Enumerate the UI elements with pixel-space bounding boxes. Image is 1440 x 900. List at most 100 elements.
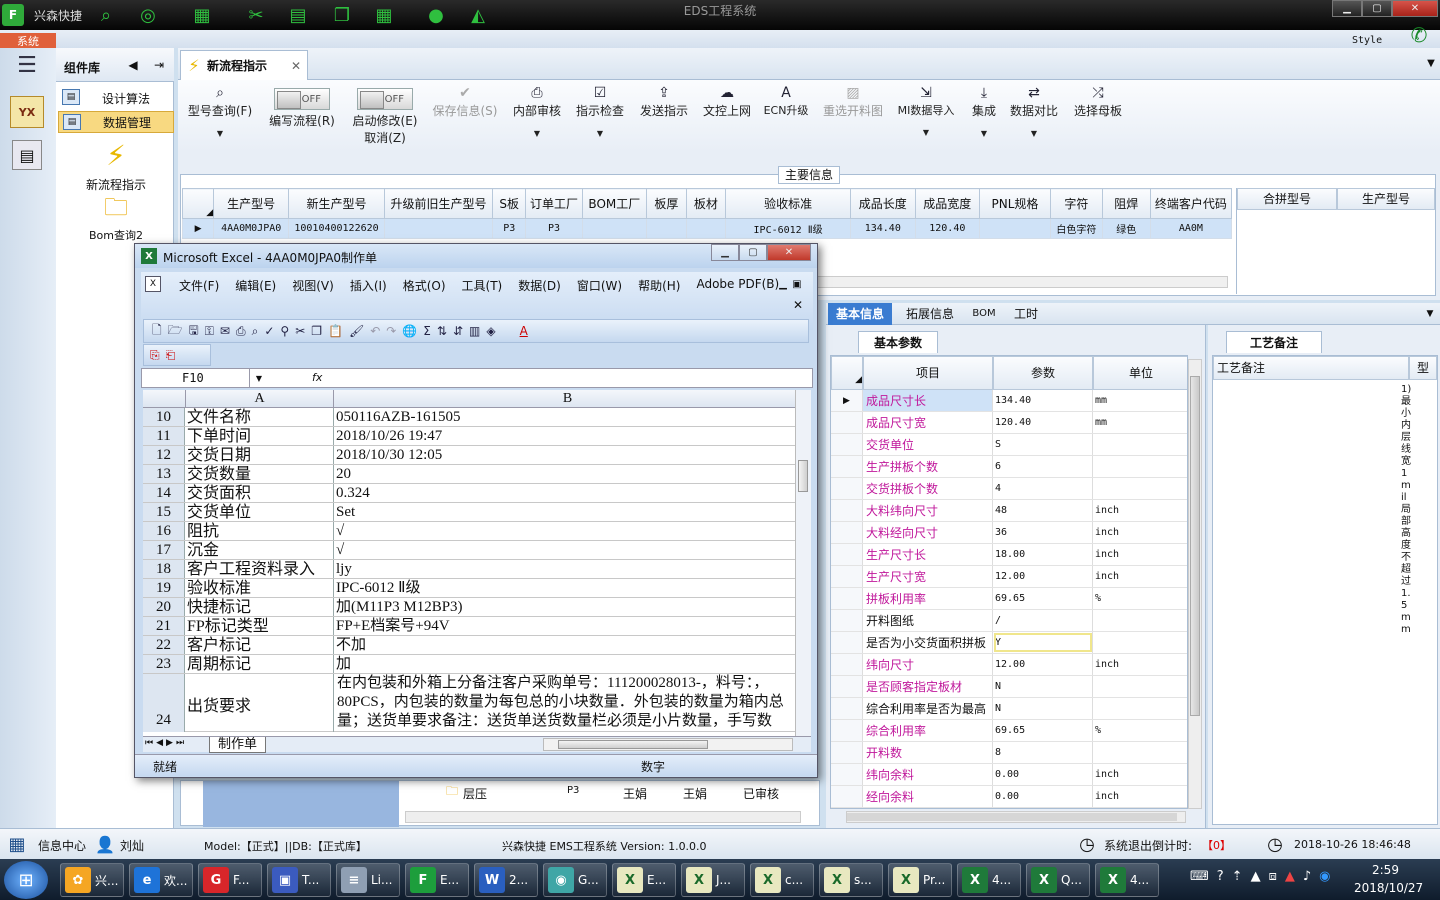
new-icon[interactable]: 🗋 xyxy=(152,321,162,342)
info-center[interactable]: 信息中心 xyxy=(38,837,86,854)
param-row[interactable]: 是否为小交货面积拼板 Y xyxy=(831,632,1187,654)
param-row-selector[interactable] xyxy=(831,676,863,697)
cell-a24[interactable]: 出货要求 xyxy=(185,674,334,732)
cell-a[interactable]: 交货日期 xyxy=(185,446,334,464)
pdf-convert-icon[interactable]: ⎘ xyxy=(150,348,160,363)
system-tab[interactable]: 系统 xyxy=(0,33,56,48)
cell-a[interactable]: 交货数量 xyxy=(185,465,334,483)
reselect-cutting-chart-button[interactable]: ▨ 重选开料图 xyxy=(818,84,888,119)
cell-b[interactable]: IPC-6012 Ⅱ级 xyxy=(334,579,801,597)
param-value[interactable]: Y xyxy=(993,632,1093,653)
param-row[interactable]: 生产尺寸长 18.00 inch xyxy=(831,544,1187,566)
main-info-column-header[interactable]: 生产型号 xyxy=(213,188,290,219)
tab-new-flow[interactable]: ⚡ 新流程指示 ✕ xyxy=(180,50,308,80)
research-icon[interactable]: ⚲ xyxy=(280,324,289,338)
param-value[interactable]: N xyxy=(993,698,1093,719)
excel-menu-item[interactable]: 编辑(E) xyxy=(227,277,284,294)
param-value[interactable]: 48 xyxy=(993,500,1093,521)
main-info-cell[interactable]: 绿色 xyxy=(1101,218,1151,239)
write-flow-toggle[interactable]: OFF 编写流程(R) xyxy=(262,84,342,129)
main-info-column-header[interactable]: 验收标准 xyxy=(725,188,852,219)
param-value[interactable]: 0.00 xyxy=(993,786,1093,807)
row-number[interactable]: 12 xyxy=(143,446,185,464)
param-value[interactable]: 18.00 xyxy=(993,544,1093,565)
main-info-column-header[interactable]: BOM工厂 xyxy=(581,188,648,219)
cell-a[interactable]: 验收标准 xyxy=(185,579,334,597)
taskbar-task[interactable]: e 欢... xyxy=(129,863,193,897)
hyperlink-icon[interactable]: 🌐 xyxy=(402,324,417,338)
main-info-column-header[interactable]: 订单工厂 xyxy=(525,188,583,219)
row-number[interactable]: 17 xyxy=(143,541,185,559)
param-row[interactable]: 开料数 8 xyxy=(831,742,1187,764)
undo-icon[interactable]: ↶ xyxy=(370,324,380,338)
main-info-cell[interactable]: 白色字符 xyxy=(1049,218,1103,239)
pdf-mail-icon[interactable]: ⎗ xyxy=(166,348,176,363)
sheet-nav-arrows[interactable]: ⏮◀▶⏭ xyxy=(145,738,187,748)
taskbar-task[interactable]: X Pr... xyxy=(888,863,952,897)
params-vscroll[interactable] xyxy=(1188,359,1202,809)
row-number[interactable]: 18 xyxy=(143,560,185,578)
chart-wizard-icon[interactable]: ▥ xyxy=(469,324,480,338)
param-row-selector[interactable] xyxy=(831,588,863,609)
start-button[interactable]: ⊞ xyxy=(4,861,48,899)
sheet-hscroll[interactable] xyxy=(543,738,793,751)
tray-expand-icon[interactable]: ▲ xyxy=(1251,869,1261,891)
main-info-cell[interactable]: P3 xyxy=(525,218,583,239)
excel-doc-close-icon[interactable]: ✕ xyxy=(791,298,805,312)
row-number[interactable]: 22 xyxy=(143,636,185,654)
taskbar-task[interactable]: X E... xyxy=(612,863,676,897)
taskbar-task[interactable]: G F... xyxy=(198,863,262,897)
cancel-label[interactable]: 取消(Z) xyxy=(344,129,426,146)
internal-review-button[interactable]: ⎙ 内部审核 ▼ xyxy=(508,84,566,138)
excel-menu-item[interactable]: 工具(T) xyxy=(454,277,511,294)
param-row-selector[interactable] xyxy=(831,720,863,741)
excel-menu-item[interactable]: 视图(V) xyxy=(284,277,342,294)
param-value[interactable]: 36 xyxy=(993,522,1093,543)
param-row[interactable]: 成品尺寸宽 120.40 mm xyxy=(831,412,1187,434)
taskbar-task[interactable]: ◉ G... xyxy=(543,863,607,897)
param-row-selector[interactable] xyxy=(831,566,863,587)
excel-menu-item[interactable]: 帮助(H) xyxy=(630,277,688,294)
row-number[interactable]: 11 xyxy=(143,427,185,445)
format-painter-icon[interactable]: 🖌 xyxy=(349,324,364,338)
param-value[interactable]: 8 xyxy=(993,742,1093,763)
input-icon[interactable]: ⇡ xyxy=(1232,869,1243,891)
save-info-button[interactable]: ✔ 保存信息(S) xyxy=(428,84,502,119)
tab-basic-info[interactable]: 基本信息 xyxy=(828,303,892,325)
excel-doc-icon[interactable]: X xyxy=(145,276,161,292)
taskbar-task[interactable]: F E... xyxy=(405,863,469,897)
param-value[interactable]: / xyxy=(993,610,1093,631)
main-info-cell[interactable]: 10010400122620 xyxy=(288,218,385,239)
excel-menu-item[interactable]: Adobe PDF(B) xyxy=(688,277,787,294)
sort-asc-icon[interactable]: ⇅ xyxy=(437,324,447,338)
excel-close-button[interactable]: ✕ xyxy=(767,244,811,261)
param-row-selector[interactable] xyxy=(831,522,863,543)
maximize-button[interactable]: ▢ xyxy=(1362,0,1392,17)
param-row-selector[interactable] xyxy=(831,610,863,631)
cell-a[interactable]: 沉金 xyxy=(185,541,334,559)
launch-new-flow[interactable]: ⚡ 新流程指示 xyxy=(76,138,156,193)
start-modify-switch[interactable]: OFF xyxy=(357,88,413,110)
taskbar-task[interactable]: ▣ T... xyxy=(267,863,331,897)
excel-menu-item[interactable]: 插入(I) xyxy=(342,277,395,294)
chevron-down-icon[interactable]: ▼ xyxy=(1424,56,1438,70)
cell-a[interactable]: 交货单位 xyxy=(185,503,334,521)
main-info-cell[interactable] xyxy=(979,218,1051,239)
sheet-vscroll[interactable] xyxy=(795,390,811,736)
param-row[interactable]: 经向余料 0.00 inch xyxy=(831,786,1187,808)
select-mother-board-button[interactable]: ⤮ 选择母板 xyxy=(1068,84,1128,119)
print-icon[interactable]: ⎙ xyxy=(236,324,246,339)
fx-label[interactable]: fx xyxy=(312,371,322,384)
start-modify-toggle[interactable]: OFF 启动修改(E) 取消(Z) xyxy=(344,84,426,146)
keyboard-icon[interactable]: ⌨ xyxy=(1190,869,1209,891)
param-row[interactable]: 交货拼板个数 4 xyxy=(831,478,1187,500)
font-color-icon[interactable]: A xyxy=(520,324,528,338)
row-number[interactable]: 14 xyxy=(143,484,185,502)
param-row-selector[interactable] xyxy=(831,544,863,565)
integrate-button[interactable]: ⤓ 集成 ▼ xyxy=(966,84,1002,138)
cut-icon[interactable]: ✂ xyxy=(295,324,305,338)
cell-b[interactable]: ljy xyxy=(334,560,801,578)
cell-a[interactable]: 文件名称 xyxy=(185,408,334,426)
cell-b24-line1[interactable]: 在内包装和外箱上分备注客户采购单号：111200028013-，料号：， xyxy=(337,674,801,693)
collapse-left-icon[interactable]: ◀ xyxy=(126,57,140,73)
